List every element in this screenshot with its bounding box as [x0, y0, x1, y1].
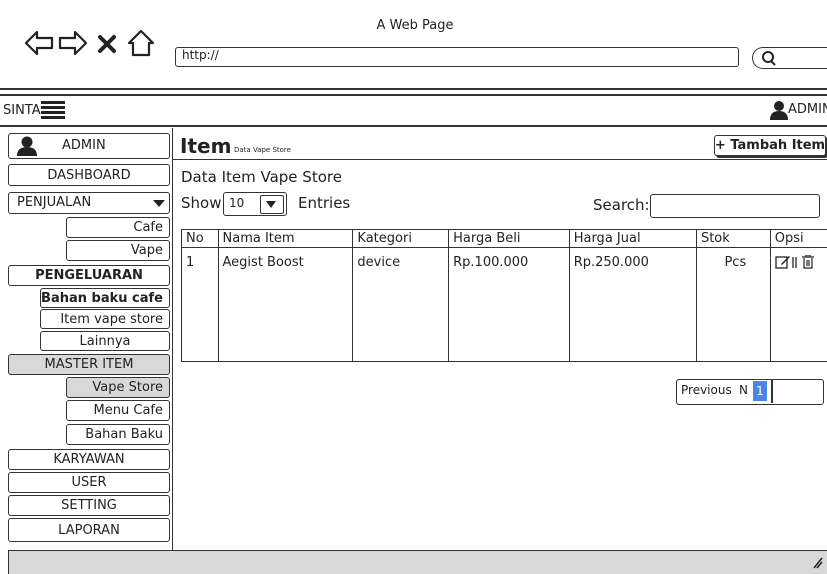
table-column-no: 1 — [182, 247, 219, 361]
trash-icon[interactable] — [801, 255, 814, 269]
pagination-page-1[interactable]: 1 — [753, 381, 767, 401]
sidebar-item-master-item[interactable]: MASTER ITEM — [8, 354, 170, 375]
sidebar-item-setting[interactable]: SETTING — [8, 495, 170, 516]
sidebar-item-vape-store[interactable]: Vape Store — [66, 377, 170, 398]
sidebar-item-menu-cafe[interactable]: Menu Cafe — [66, 400, 170, 421]
separator-icon — [792, 255, 798, 269]
table-column-kategori: device — [353, 247, 450, 361]
table-header-row: No Nama Item Kategori Harga Beli Harga J… — [182, 230, 827, 248]
sidebar-item-pengeluaran[interactable]: PENGELUARAN — [8, 265, 170, 286]
chevron-down-icon — [153, 200, 165, 208]
home-icon[interactable] — [127, 29, 155, 57]
sidebar-item-bahan-baku[interactable]: Bahan Baku — [66, 424, 170, 445]
column-header-harga-jual: Harga Jual — [570, 230, 697, 247]
sidebar-item-label: Item vape store — [60, 311, 163, 327]
table-cell: Rp.100.000 — [453, 255, 529, 270]
show-label: Show — [181, 194, 222, 212]
chevron-down-icon — [260, 195, 284, 214]
address-bar[interactable]: http:// — [175, 47, 739, 67]
sidebar-item-item-vape-store[interactable]: Item vape store — [40, 309, 170, 329]
column-header-no: No — [182, 230, 219, 247]
table-cell: 1 — [186, 255, 195, 270]
entries-select[interactable]: 10 — [223, 192, 287, 216]
forward-arrow-icon[interactable] — [58, 30, 88, 56]
sidebar-user-label: ADMIN — [62, 138, 106, 153]
sidebar-item-label: LAPORAN — [58, 522, 120, 538]
pagination-previous[interactable]: Previous — [681, 383, 732, 397]
column-header-stok: Stok — [697, 230, 771, 247]
page-title: Item — [180, 134, 232, 158]
edit-icon[interactable] — [775, 255, 791, 269]
sidebar-item-label: USER — [71, 475, 107, 490]
sidebar-item-label: Lainnya — [79, 333, 131, 349]
table-cell: Aegist Boost — [222, 255, 304, 270]
top-nav-bar — [0, 94, 827, 127]
sidebar-item-label: DASHBOARD — [47, 167, 131, 183]
sidebar-item-label: Vape — [130, 243, 163, 258]
column-header-opsi: Opsi — [774, 231, 804, 246]
sidebar-item-dashboard[interactable]: DASHBOARD — [8, 164, 170, 186]
user-menu[interactable]: ADMIN — [770, 99, 827, 121]
sidebar-item-label: KARYAWAN — [53, 452, 125, 467]
column-header-kategori: Kategori — [353, 230, 450, 247]
search-input[interactable] — [650, 194, 820, 218]
table-cell: Pcs — [724, 255, 747, 270]
sidebar-item-label: PENJUALAN — [17, 195, 92, 210]
sidebar-item-label: PENGELUARAN — [35, 268, 143, 283]
user-icon — [17, 136, 37, 156]
sidebar-item-label: Bahan Baku — [85, 427, 163, 442]
sidebar-item-lainnya[interactable]: Lainnya — [40, 331, 170, 351]
column-header-nama-item: Nama Item — [219, 230, 354, 247]
search-icon — [761, 50, 777, 66]
pagination: Previous N 1 — [676, 379, 824, 405]
data-table: No Nama Item Kategori Harga Beli Harga J… — [181, 229, 827, 362]
sidebar-item-label: Menu Cafe — [93, 403, 163, 418]
footer-bar — [8, 550, 827, 574]
sidebar-item-user[interactable]: USER — [8, 472, 170, 493]
column-header-harga-beli: Harga Beli — [449, 230, 570, 247]
sidebar-item-label: Vape Store — [92, 380, 163, 395]
browser-search-box[interactable] — [752, 47, 827, 69]
table-cell: device — [357, 255, 401, 270]
sidebar-item-label: SETTING — [61, 498, 117, 513]
entries-value: 10 — [229, 196, 245, 210]
section-heading: Data Item Vape Store — [181, 168, 342, 186]
sidebar-item-karyawan[interactable]: KARYAWAN — [8, 449, 170, 470]
sidebar-item-label: MASTER ITEM — [44, 357, 134, 372]
table-column-nama-item: Aegist Boost — [219, 247, 354, 361]
add-item-button[interactable]: + Tambah Item — [714, 135, 826, 156]
user-icon — [770, 100, 788, 120]
table-column-opsi — [771, 247, 827, 361]
table-body: 1 Aegist Boost device Rp.100.000 Rp.250.… — [182, 247, 827, 361]
add-item-button-label: + Tambah Item — [714, 138, 826, 153]
brand-label: SINTA — [3, 103, 41, 118]
sidebar-item-laporan[interactable]: LAPORAN — [8, 518, 170, 542]
table-cell: Rp.250.000 — [573, 255, 649, 270]
sidebar-item-label: Bahan baku cafe — [41, 290, 163, 306]
table-column-harga-beli: Rp.100.000 — [449, 247, 570, 361]
sidebar-item-bahan-baku-cafe[interactable]: Bahan baku cafe — [40, 288, 170, 308]
sidebar-user: ADMIN — [8, 133, 170, 159]
user-menu-label: ADMIN — [788, 102, 827, 117]
back-arrow-icon[interactable] — [24, 30, 54, 56]
sidebar-item-vape[interactable]: Vape — [66, 240, 170, 261]
hamburger-menu-icon[interactable] — [40, 100, 66, 120]
pagination-divider — [771, 380, 773, 403]
page-subtitle: Data Vape Store — [234, 146, 291, 154]
url-text: http:// — [182, 48, 219, 62]
sidebar-item-cafe[interactable]: Cafe — [66, 217, 170, 238]
table-column-stok: Pcs — [697, 247, 771, 361]
table-column-harga-jual: Rp.250.000 — [570, 247, 697, 361]
entries-label: Entries — [298, 194, 351, 212]
close-icon[interactable] — [96, 34, 118, 54]
pagination-next[interactable]: N — [739, 383, 748, 397]
resize-grip-icon — [813, 557, 823, 569]
sidebar-item-penjualan[interactable]: PENJUALAN — [8, 192, 170, 214]
window-title: A Web Page — [376, 17, 454, 33]
browser-window — [0, 0, 827, 90]
search-label: Search: — [593, 196, 650, 214]
sidebar-item-label: Cafe — [133, 220, 163, 235]
